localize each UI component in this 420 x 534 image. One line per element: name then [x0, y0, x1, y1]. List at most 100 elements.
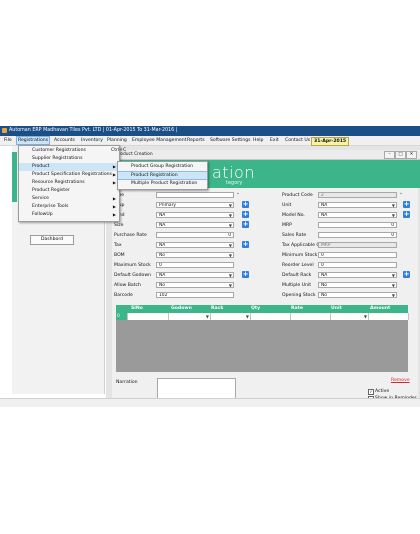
mrp-field[interactable]: 0 [318, 222, 397, 228]
grid-col-unit[interactable]: Unit [331, 306, 342, 311]
group-select[interactable]: Primary ▼ [156, 202, 234, 208]
narration-field[interactable] [157, 378, 236, 399]
grid-cell-rate[interactable] [290, 313, 331, 320]
menu-help[interactable]: Help [252, 137, 264, 144]
name-field[interactable] [156, 192, 234, 198]
menu-item-supplier-registrations[interactable]: Supplier Registrations [19, 155, 119, 163]
multiple-unit-select[interactable]: No ▼ [318, 282, 397, 288]
remove-link[interactable]: Remove [391, 378, 410, 383]
grid-col-godown[interactable]: Godown [171, 306, 192, 311]
grid-col-rate[interactable]: Rate [291, 306, 303, 311]
app-logo-icon [2, 128, 7, 133]
menu-software-settings[interactable]: Software Settings [209, 137, 252, 144]
dashboard-button[interactable]: Dashbord [30, 235, 74, 245]
menu-item-product-specification[interactable]: Product Specification Registrations ▶ [19, 171, 119, 179]
grid-col-qty[interactable]: Qty [251, 306, 260, 311]
allow-batch-value: No [159, 283, 165, 288]
menu-item-product-group-registration[interactable]: Product Group Registration [118, 163, 207, 171]
grid-cell-godown[interactable]: ▼ [168, 313, 211, 320]
required-marker: * [237, 192, 239, 197]
barcode-label: Barcode [114, 293, 133, 298]
grid-cell-amount[interactable] [368, 313, 409, 320]
model-no-select[interactable]: NA ▼ [318, 212, 397, 218]
menu-item-resource-registrations[interactable]: Resource Registrations ▶ [19, 179, 119, 187]
chevron-down-icon: ▼ [391, 273, 395, 278]
grid-cell-slno[interactable]: 0 [116, 313, 128, 320]
menu-item-label: FollowUp [32, 212, 53, 217]
menu-item-customer-registrations[interactable]: Customer Registrations Ctrl+C [19, 147, 126, 155]
close-icon[interactable]: ✕ [406, 151, 417, 159]
add-brand-button[interactable]: + [242, 211, 249, 218]
default-godown-select[interactable]: NA ▼ [156, 272, 234, 278]
purchase-rate-label: Purchase Rate [114, 233, 147, 238]
chevron-down-icon: ▼ [205, 314, 209, 319]
reorder-level-field[interactable]: 0 [318, 262, 397, 268]
tax-select[interactable]: NA ▼ [156, 242, 234, 248]
menu-contact-us[interactable]: Contact Us [284, 137, 311, 144]
menu-file[interactable]: File [3, 137, 13, 144]
chevron-right-icon: ▶ [112, 196, 116, 201]
tax-applicable-label: Tax Applicable On [282, 243, 323, 248]
status-bar [0, 398, 420, 407]
sales-rate-field[interactable]: 0 [318, 232, 397, 238]
group-select-value: Primary [159, 203, 176, 208]
stock-grid-header: SlNo Godown Rack Qty Rate Unit Amount [116, 305, 408, 313]
brand-select[interactable]: NA ▼ [156, 212, 234, 218]
chevron-down-icon: ▼ [228, 223, 232, 228]
chevron-down-icon: ▼ [228, 213, 232, 218]
mrp-label: MRP [282, 223, 292, 228]
window-title-bar: Automan ERP Madhavan Tiles Pvt. LTD | 01… [0, 126, 420, 136]
menu-reports[interactable]: Reports [186, 137, 206, 144]
add-tax-button[interactable]: + [242, 241, 249, 248]
size-select[interactable]: NA ▼ [156, 222, 234, 228]
menu-item-service[interactable]: Service ▶ [19, 195, 119, 203]
allow-batch-select[interactable]: No ▼ [156, 282, 234, 288]
chevron-down-icon: ▼ [391, 293, 395, 298]
purchase-rate-field[interactable]: 0 [156, 232, 234, 238]
add-group-button[interactable]: + [242, 201, 249, 208]
add-godown-button[interactable]: + [242, 271, 249, 278]
add-model-button[interactable]: + [403, 211, 410, 218]
maximum-stock-field[interactable]: 0 [156, 262, 234, 268]
menu-accounts[interactable]: Accounts [53, 137, 76, 144]
maximize-icon[interactable]: □ [395, 151, 406, 159]
opening-stock-select[interactable]: No ▼ [318, 292, 397, 298]
menu-item-multiple-product-registration[interactable]: Multiple Product Registration [118, 180, 207, 188]
menu-registrations[interactable]: Registrations [16, 136, 51, 145]
grid-cell-empty[interactable] [128, 313, 169, 320]
add-size-button[interactable]: + [242, 221, 249, 228]
grid-cell-unit[interactable]: ▼ [330, 313, 369, 320]
chevron-down-icon: ▼ [228, 203, 232, 208]
minimum-stock-field[interactable]: 0 [318, 252, 397, 258]
barcode-field[interactable]: 102 [156, 292, 234, 298]
menu-item-followup[interactable]: FollowUp ▶ [19, 211, 119, 219]
default-rack-select[interactable]: NA ▼ [318, 272, 397, 278]
chevron-down-icon: ▼ [228, 283, 232, 288]
unit-select[interactable]: NA ▼ [318, 202, 397, 208]
minimize-icon[interactable]: – [384, 151, 395, 159]
add-unit-button[interactable]: + [403, 201, 410, 208]
menu-planning[interactable]: Planning [106, 137, 128, 144]
chevron-down-icon: ▼ [228, 273, 232, 278]
menu-exit[interactable]: Exit [269, 137, 280, 144]
menu-employee-management[interactable]: Employee Management [131, 137, 187, 144]
menu-item-product-register[interactable]: Product Register [19, 187, 119, 195]
chevron-right-icon: ▶ [112, 164, 116, 169]
active-checkbox[interactable]: ✓ [368, 389, 374, 395]
menu-item-label: Service [32, 196, 49, 201]
grid-cell-rack[interactable]: ▼ [210, 313, 251, 320]
chevron-right-icon: ▶ [112, 204, 116, 209]
menu-item-product[interactable]: Product ▶ [19, 163, 119, 171]
add-rack-button[interactable]: + [403, 271, 410, 278]
menu-item-product-registration[interactable]: Product Registration [118, 171, 207, 180]
menu-item-label: Multiple Product Registration [131, 181, 198, 186]
grid-cell-qty[interactable] [250, 313, 291, 320]
bom-select[interactable]: No ▼ [156, 252, 234, 258]
grid-col-slno[interactable]: SlNo [131, 306, 143, 311]
grid-col-amount[interactable]: Amount [370, 306, 390, 311]
menu-inventory[interactable]: Inventory [80, 137, 104, 144]
bom-label: BOM [114, 253, 125, 258]
active-label: Active [375, 389, 390, 394]
menu-item-enterprise-tools[interactable]: Enterprise Tools ▶ [19, 203, 119, 211]
grid-col-rack[interactable]: Rack [211, 306, 223, 311]
